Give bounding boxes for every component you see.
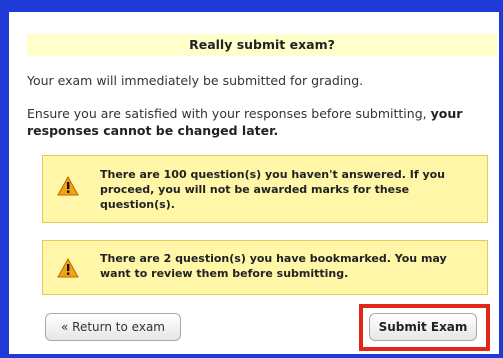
submit-exam-button[interactable]: Submit Exam bbox=[369, 313, 477, 341]
dialog-title: Really submit exam? bbox=[27, 34, 497, 56]
warning-triangle-icon bbox=[57, 257, 79, 278]
submit-exam-dialog: Really submit exam? Your exam will immed… bbox=[27, 34, 497, 354]
unanswered-warning: There are 100 question(s) you haven't an… bbox=[42, 155, 488, 223]
bookmarked-warning: There are 2 question(s) you have bookmar… bbox=[42, 240, 488, 295]
unanswered-warning-text: There are 100 question(s) you haven't an… bbox=[100, 168, 446, 211]
confirm-notice: Ensure you are satisfied with your respo… bbox=[27, 105, 489, 139]
submit-notice: Your exam will immediately be submitted … bbox=[27, 73, 364, 88]
confirm-notice-text: Ensure you are satisfied with your respo… bbox=[27, 106, 431, 121]
return-to-exam-button[interactable]: « Return to exam bbox=[45, 313, 181, 341]
bookmarked-warning-text: There are 2 question(s) you have bookmar… bbox=[100, 252, 447, 280]
warning-triangle-icon bbox=[57, 175, 79, 196]
